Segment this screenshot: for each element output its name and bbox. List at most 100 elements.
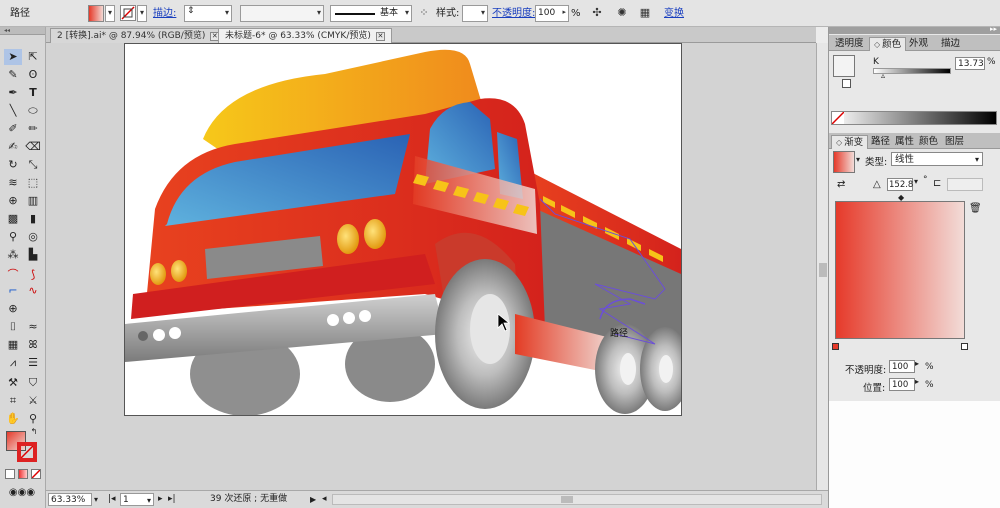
stroke-swatch[interactable] [120, 5, 136, 21]
gradient-preset-dropdown-icon[interactable]: ▾ [856, 155, 860, 164]
ellipse-tool-icon[interactable]: ⬭ [24, 103, 42, 119]
isolate-icon[interactable]: ✺ [614, 5, 630, 22]
gradient-tool-icon[interactable]: ▮ [24, 211, 42, 227]
draw-mode-icons[interactable]: ◉◉◉ [2, 485, 42, 501]
warp-tool-icon[interactable]: ≋ [4, 175, 22, 191]
artboard-tool-icon[interactable]: ⌒ [4, 267, 22, 283]
perspective-grid-tool-icon[interactable]: ▥ [24, 193, 42, 209]
stop-opacity-field[interactable]: 100 [889, 360, 915, 373]
list-icon[interactable]: ☰ [24, 355, 42, 371]
zoom-tool-icon[interactable]: ⚲ [24, 411, 42, 427]
blend-tool-icon[interactable]: ◎ [24, 229, 42, 245]
color-fill-swatch[interactable] [833, 55, 855, 77]
tab-attributes[interactable]: 属性 [891, 135, 918, 149]
gradient-annotator-preview[interactable] [835, 201, 965, 339]
scroll-thumb[interactable] [819, 263, 827, 277]
symbol-sprayer-tool-icon[interactable]: ⁂ [4, 247, 22, 263]
gradient-mode-icon[interactable] [18, 469, 28, 479]
graphic-style-dropdown[interactable]: ▾ [462, 5, 488, 22]
crop-tool-icon[interactable]: ⌗ [4, 393, 22, 409]
gradient-preview-swatch[interactable] [833, 151, 855, 173]
slice-tool-icon[interactable]: ⟆ [24, 267, 42, 283]
location-arrow-icon[interactable]: ▸ [915, 377, 919, 386]
tab-gradient[interactable]: ◇ 渐变 [831, 135, 869, 149]
gradient-stop-start[interactable] [832, 343, 839, 350]
pen-tool-icon[interactable]: ✒ [4, 85, 22, 101]
fill-swatch[interactable] [88, 5, 104, 22]
color-stroke-swatch[interactable] [842, 79, 851, 88]
stroke-dropdown[interactable]: ▾ [137, 5, 147, 22]
location-field[interactable]: 100 [889, 378, 915, 391]
distribute-icon[interactable]: ⁘ [416, 5, 432, 22]
brush-definition-dropdown[interactable]: 基本 ▾ [330, 5, 412, 22]
tab-pathfinder[interactable]: 路径 [867, 135, 894, 149]
direct-selection-tool-icon[interactable]: ⇱ [24, 49, 42, 65]
live-paint-tool-icon[interactable]: ⛉ [24, 375, 42, 391]
gradient-type-dropdown[interactable]: 线性 ▾ [891, 152, 983, 166]
hscroll-thumb[interactable] [561, 496, 573, 503]
magic-wand-tool-icon[interactable]: ✎ [4, 67, 22, 83]
opacity-field[interactable]: 100 ▸ [535, 5, 569, 22]
tab-appearance[interactable]: 外观 [905, 37, 932, 51]
panel-grip[interactable]: ▸▸ [829, 25, 1000, 34]
tab-stroke[interactable]: 描边 [937, 37, 964, 51]
free-transform-tool-icon[interactable]: ⬚ [24, 175, 42, 191]
vertical-scrollbar[interactable] [816, 43, 828, 490]
blob-brush-tool-icon[interactable]: ✍ [4, 139, 22, 155]
stroke-link[interactable]: 描边: [153, 5, 176, 22]
stop-opacity-arrow-icon[interactable]: ▸ [915, 359, 919, 368]
aspect-ratio-field[interactable] [947, 178, 983, 191]
color-spectrum-bar[interactable] [831, 111, 997, 125]
swap-colors-icon[interactable]: ↰ [28, 427, 40, 437]
none-mode-icon[interactable] [31, 469, 41, 479]
grid-icon[interactable]: ▦ [4, 337, 22, 353]
page-field[interactable]: 1 ▾ [120, 493, 154, 506]
gradient-stop-end[interactable] [961, 343, 968, 350]
type-tool-icon[interactable]: T [24, 85, 42, 101]
selection-tool-icon[interactable]: ➤ [4, 49, 22, 65]
align-icon[interactable]: ▦ [637, 5, 653, 22]
pencil-tool-icon[interactable]: ✏ [24, 121, 42, 137]
channel-field[interactable]: 13.73 [955, 57, 985, 70]
line-tool-icon[interactable]: ╲ [4, 103, 22, 119]
artboard[interactable]: 路径 [124, 43, 682, 416]
tab-document-2[interactable]: 未标题-6* @ 63.33% (CMYK/预览) ✕ [218, 28, 392, 43]
fill-dropdown[interactable]: ▾ [105, 5, 115, 22]
next-page-icon[interactable]: ▸ [158, 493, 163, 506]
lasso-tool-icon[interactable]: ʘ [24, 67, 42, 83]
twirl-icon[interactable]: ꕤ [24, 337, 42, 353]
width-tool-icon[interactable]: ⌐ [4, 283, 22, 299]
globe-tool-icon[interactable]: ⊕ [4, 301, 22, 317]
measure-tool-icon[interactable]: ⚒ [4, 375, 22, 391]
knife-tool-icon[interactable]: ⚔ [24, 393, 42, 409]
first-page-icon[interactable]: |◂ [108, 493, 116, 506]
wave-icon[interactable]: ≈ [24, 319, 42, 335]
column-graph-tool-icon[interactable]: ▙ [24, 247, 42, 263]
status-menu-icon[interactable]: ▶ [310, 493, 316, 506]
last-page-icon[interactable]: ▸| [168, 493, 176, 506]
tab-color-2[interactable]: 颜色 [915, 135, 942, 149]
canvas-area[interactable]: 路径 [46, 43, 816, 490]
paintbrush-tool-icon[interactable]: ✐ [4, 121, 22, 137]
reshape-tool-icon[interactable]: ∿ [24, 283, 42, 299]
graph-icon[interactable]: ⩘ [4, 355, 22, 371]
close-icon[interactable]: ✕ [375, 32, 385, 41]
scale-tool-icon[interactable]: ⤡ [24, 157, 42, 173]
tab-color[interactable]: ◇ 颜色 [869, 37, 907, 51]
eyedropper-tool-icon[interactable]: ⚲ [4, 229, 22, 245]
stroke-weight-field[interactable]: ⇕ ▾ [184, 5, 232, 22]
eraser-tool-icon[interactable]: ⌫ [24, 139, 42, 155]
shape-builder-tool-icon[interactable]: ⊕ [4, 193, 22, 209]
trash-icon[interactable]: 🗑 [969, 203, 982, 214]
tab-layers[interactable]: 图层 [941, 135, 968, 149]
angle-dropdown-icon[interactable]: ▾ [914, 177, 918, 186]
opacity-link[interactable]: 不透明度: [492, 5, 535, 22]
hand-tool-icon[interactable]: ✋ [4, 411, 22, 427]
variable-width-dropdown[interactable]: ▾ [240, 5, 324, 22]
stroke-color-swatch[interactable] [17, 442, 37, 462]
hscroll-left-icon[interactable]: ◂ [322, 493, 327, 506]
transform-link[interactable]: 变换 [664, 5, 684, 22]
horizontal-scrollbar[interactable] [332, 494, 822, 505]
tab-transparency[interactable]: 透明度 [831, 37, 868, 51]
angle-field[interactable]: 152.8 [887, 178, 913, 191]
